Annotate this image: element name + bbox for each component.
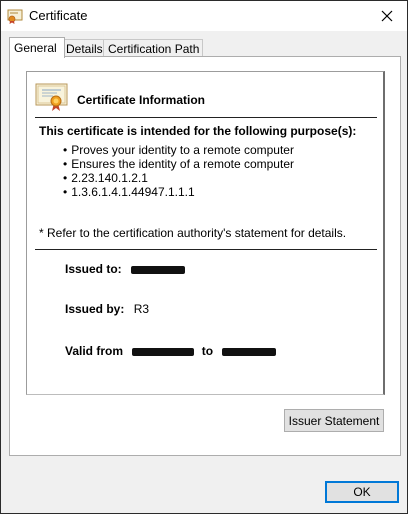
purpose-item: Proves your identity to a remote compute… — [63, 143, 294, 157]
validity-field: Valid from to — [65, 344, 277, 358]
purpose-heading: This certificate is intended for the fol… — [39, 124, 357, 138]
general-tab-panel: Certificate Information This certificate… — [9, 56, 401, 456]
purpose-item: 1.3.6.1.4.1.44947.1.1.1 — [63, 185, 294, 199]
tab-details-label: Details — [66, 42, 103, 56]
tab-general[interactable]: General — [9, 37, 65, 58]
close-icon — [381, 10, 393, 22]
refer-note: * Refer to the certification authority's… — [39, 226, 347, 240]
issued-to-field: Issued to: — [65, 262, 186, 276]
certificate-information-heading: Certificate Information — [77, 93, 206, 107]
issued-to-redacted — [131, 265, 186, 274]
tab-general-label: General — [14, 41, 57, 55]
divider — [35, 249, 377, 250]
divider — [35, 117, 377, 118]
purpose-list: Proves your identity to a remote compute… — [63, 143, 294, 199]
issued-by-field: Issued by: R3 — [65, 302, 149, 316]
ok-button[interactable]: OK — [325, 481, 399, 503]
certificate-dialog: Certificate General Details Certificatio… — [0, 0, 408, 514]
issued-to-label: Issued to: — [65, 262, 122, 276]
ok-label: OK — [353, 485, 371, 499]
certificate-icon — [7, 9, 23, 24]
valid-from-redacted — [132, 347, 195, 356]
issued-by-label: Issued by: — [65, 302, 125, 316]
title-bar: Certificate — [1, 1, 407, 31]
issuer-statement-label: Issuer Statement — [288, 413, 380, 428]
valid-from-label: Valid from — [65, 344, 124, 358]
issuer-statement-button[interactable]: Issuer Statement — [284, 409, 384, 432]
valid-to-label: to — [201, 344, 214, 358]
certificate-icon — [35, 83, 68, 111]
certificate-information-box: Certificate Information This certificate… — [26, 71, 385, 395]
valid-to-redacted — [222, 347, 277, 356]
close-button[interactable] — [367, 1, 407, 31]
purpose-item: 2.23.140.1.2.1 — [63, 171, 294, 185]
window-title: Certificate — [29, 8, 88, 23]
purpose-item: Ensures the identity of a remote compute… — [63, 157, 294, 171]
tab-certification-path-label: Certification Path — [108, 42, 200, 56]
issued-by-value: R3 — [133, 302, 150, 316]
